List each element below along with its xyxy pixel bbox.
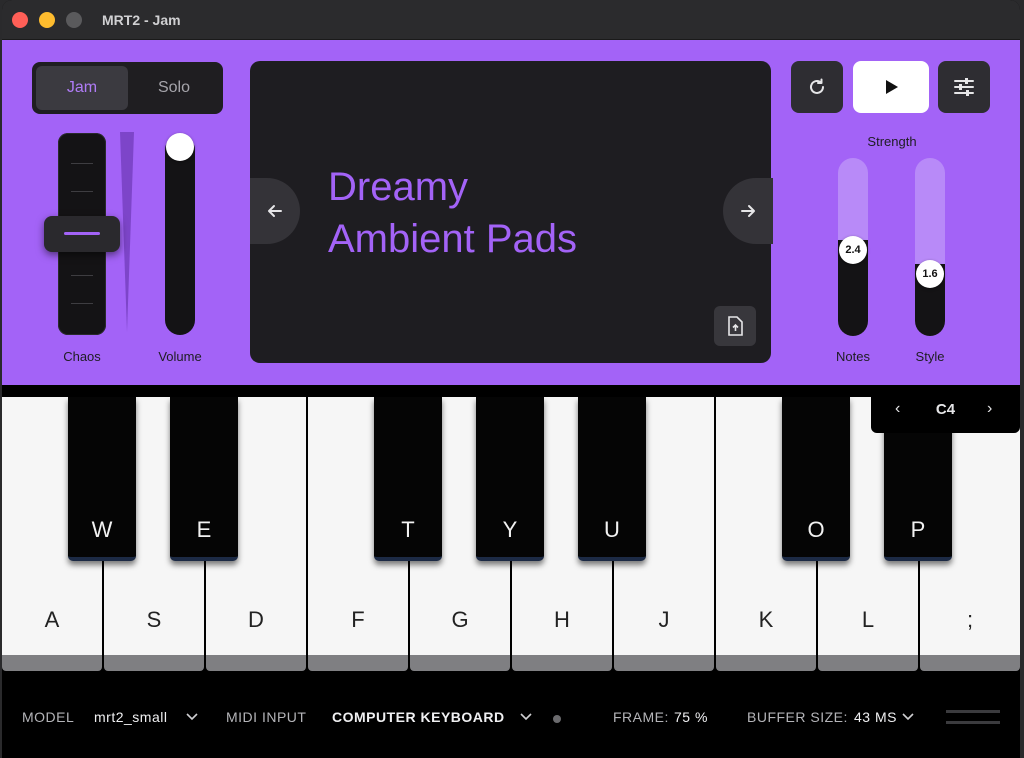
volume-slider-handle[interactable] bbox=[166, 133, 194, 161]
mode-jam-button[interactable]: Jam bbox=[36, 66, 128, 110]
black-key-label: P bbox=[910, 517, 926, 542]
zoom-window-button[interactable] bbox=[66, 12, 82, 28]
white-key-label: F bbox=[351, 607, 365, 632]
preset-name-line1: Dreamy bbox=[328, 165, 469, 209]
white-key-label: H bbox=[554, 607, 570, 632]
window-title: MRT2 - Jam bbox=[102, 12, 181, 28]
chevron-down-icon[interactable] bbox=[520, 710, 532, 724]
midi-input-label: MIDI INPUT bbox=[226, 709, 307, 725]
black-key-label: E bbox=[196, 517, 212, 542]
chaos-tick bbox=[71, 303, 93, 304]
midi-status-indicator bbox=[553, 715, 561, 723]
black-key[interactable]: O bbox=[782, 397, 850, 561]
play-button[interactable] bbox=[853, 61, 929, 113]
settings-button[interactable] bbox=[938, 61, 990, 113]
minimize-window-button[interactable] bbox=[39, 12, 55, 28]
notes-label: Notes bbox=[836, 349, 870, 364]
upload-preset-button[interactable] bbox=[714, 306, 756, 346]
chevron-down-icon[interactable] bbox=[902, 710, 914, 724]
mode-solo-button[interactable]: Solo bbox=[128, 66, 220, 110]
black-key-label: W bbox=[91, 517, 113, 542]
close-window-button[interactable] bbox=[12, 12, 28, 28]
buffer-size-select[interactable]: 43 MS bbox=[854, 709, 897, 725]
frame-value: 75 % bbox=[674, 709, 708, 725]
arrow-right-icon bbox=[741, 205, 755, 217]
mode-toggle: Jam Solo bbox=[32, 62, 223, 114]
refresh-icon bbox=[810, 78, 824, 94]
chaos-level-wedge bbox=[120, 132, 134, 332]
black-key[interactable]: T bbox=[374, 397, 442, 561]
play-icon bbox=[886, 80, 898, 94]
control-panel: Jam Solo Chaos Volume Dreamy Ambient Pad… bbox=[2, 40, 1020, 385]
status-bar: MODEL mrt2_small MIDI INPUT COMPUTER KEY… bbox=[2, 672, 1020, 758]
chaos-tick bbox=[71, 191, 93, 192]
octave-up-button[interactable]: › bbox=[987, 400, 992, 418]
white-key-label: L bbox=[861, 607, 875, 632]
preset-name: Dreamy Ambient Pads bbox=[328, 161, 688, 265]
piano-keyboard: A S D F G H J K L ; W E T Y U O P bbox=[2, 385, 1020, 672]
style-label: Style bbox=[915, 349, 945, 364]
volume-label: Volume bbox=[158, 349, 202, 364]
black-key[interactable]: Y bbox=[476, 397, 544, 561]
preset-display: Dreamy Ambient Pads bbox=[250, 61, 771, 363]
white-key-label: G bbox=[451, 607, 469, 632]
black-key-label: T bbox=[401, 517, 415, 542]
file-upload-icon bbox=[728, 316, 743, 336]
chaos-fader-handle[interactable] bbox=[44, 216, 120, 252]
model-label: MODEL bbox=[22, 709, 75, 725]
white-key-label: K bbox=[758, 607, 774, 632]
app-window: MRT2 - Jam Jam Solo Chaos Volume Dreamy … bbox=[2, 0, 1020, 758]
white-key-label: J bbox=[658, 607, 670, 632]
chevron-down-icon[interactable] bbox=[186, 710, 198, 724]
arrow-left-icon bbox=[268, 205, 282, 217]
octave-selector: ‹ C4 › bbox=[871, 388, 1020, 433]
black-key-label: Y bbox=[502, 517, 518, 542]
volume-slider-track[interactable] bbox=[165, 135, 195, 335]
black-key[interactable]: U bbox=[578, 397, 646, 561]
resize-grip-icon[interactable] bbox=[946, 710, 1000, 724]
model-select[interactable]: mrt2_small bbox=[94, 709, 167, 725]
black-key-label: O bbox=[807, 517, 825, 542]
style-strength-slider[interactable] bbox=[915, 158, 945, 336]
style-strength-handle[interactable]: 1.6 bbox=[916, 260, 944, 288]
black-key-label: U bbox=[604, 517, 620, 542]
white-key-label: D bbox=[248, 607, 264, 632]
frame-label: FRAME: bbox=[613, 709, 669, 725]
buffer-size-label: BUFFER SIZE: bbox=[747, 709, 848, 725]
midi-input-select[interactable]: COMPUTER KEYBOARD bbox=[332, 709, 505, 725]
chaos-tick bbox=[71, 275, 93, 276]
white-key-label: A bbox=[44, 607, 60, 632]
notes-strength-handle[interactable]: 2.4 bbox=[839, 236, 867, 264]
octave-value: C4 bbox=[935, 401, 956, 418]
black-key[interactable]: E bbox=[170, 397, 238, 561]
sliders-icon bbox=[954, 78, 974, 96]
white-key-label: S bbox=[146, 607, 162, 632]
strength-title: Strength bbox=[867, 134, 917, 149]
white-key-label: ; bbox=[966, 607, 974, 632]
reset-button[interactable] bbox=[791, 61, 843, 113]
black-key[interactable]: W bbox=[68, 397, 136, 561]
title-bar: MRT2 - Jam bbox=[2, 0, 1020, 40]
chaos-label: Chaos bbox=[63, 349, 101, 364]
chaos-tick bbox=[71, 163, 93, 164]
preset-name-line2: Ambient Pads bbox=[328, 217, 578, 261]
